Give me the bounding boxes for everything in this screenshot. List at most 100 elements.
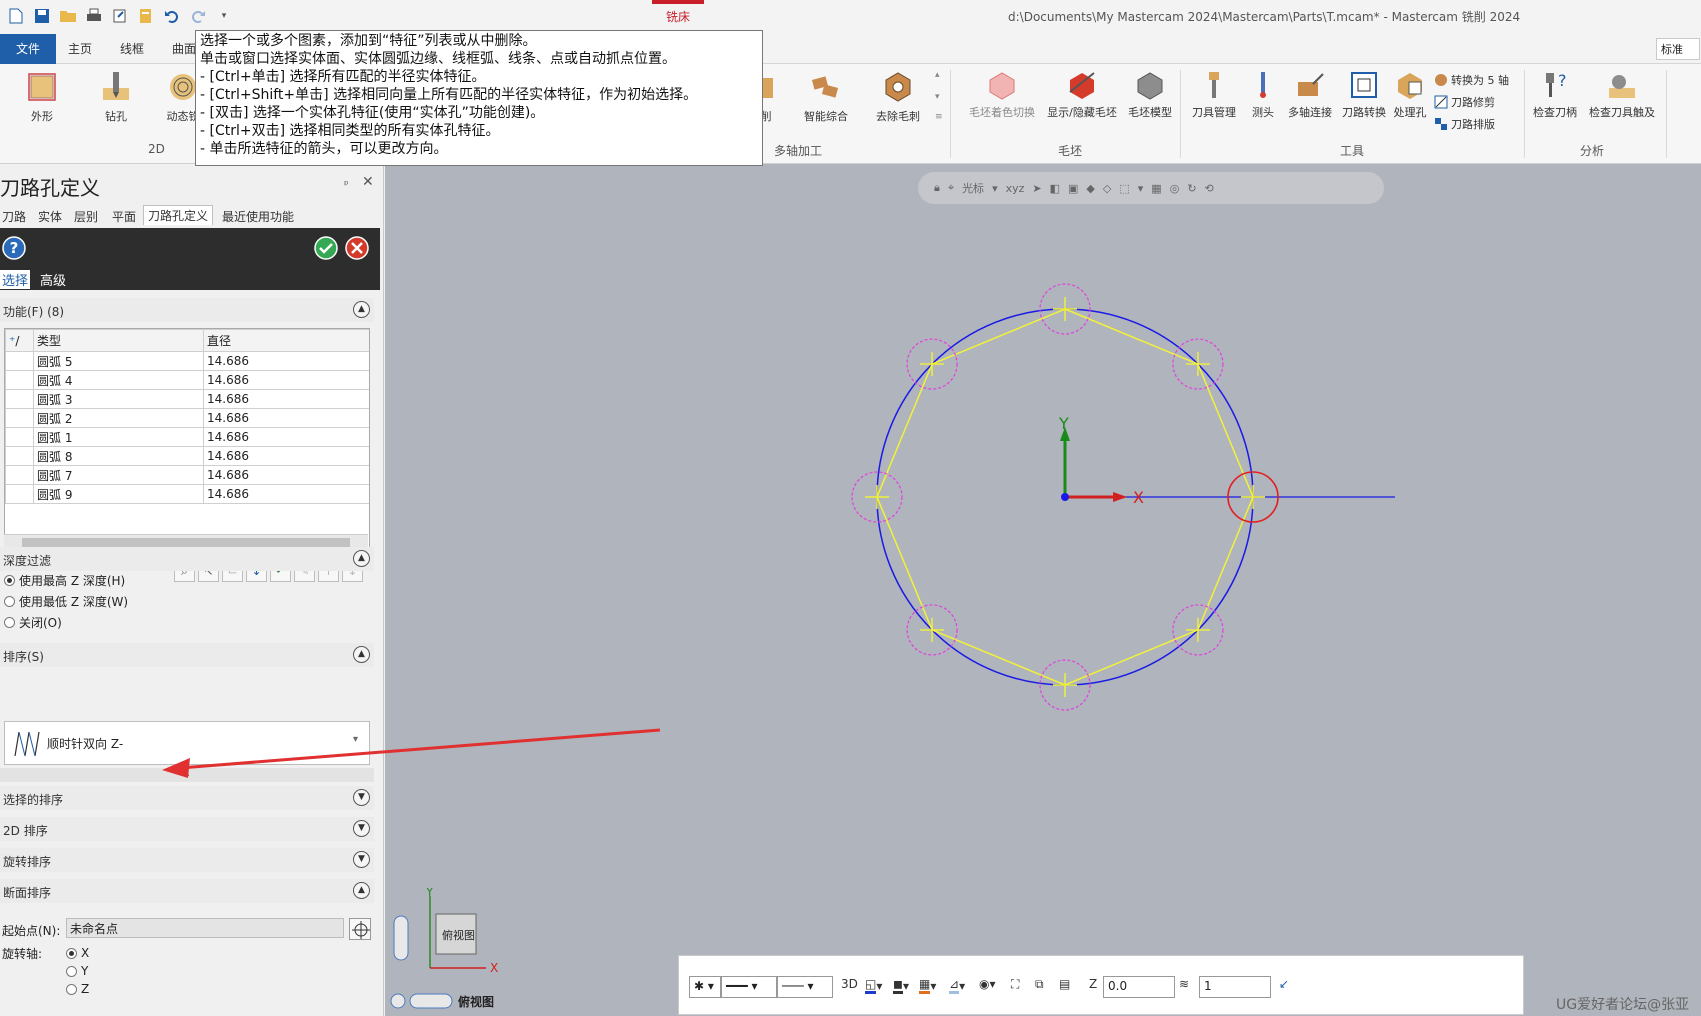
line-width-select[interactable]: ─── ▾ xyxy=(777,976,833,998)
print-icon[interactable] xyxy=(84,6,104,26)
pin-icon[interactable]: ᵖ xyxy=(344,178,349,191)
tab-levels[interactable]: 层别 xyxy=(74,208,98,225)
tab-file[interactable]: 文件 xyxy=(0,34,56,64)
material-icon[interactable]: ◉▾ xyxy=(979,977,996,991)
rotate-icon[interactable] xyxy=(390,993,406,1009)
hole-process-button[interactable]: 处理孔 xyxy=(1392,70,1428,120)
sort-section-header[interactable]: 排序(S) ▲ xyxy=(0,643,374,667)
table-row[interactable]: 圆弧 2 14.686 xyxy=(5,408,369,428)
gallery-down-icon[interactable]: ▾ xyxy=(935,92,940,102)
layers-icon[interactable]: ≋ xyxy=(1179,977,1189,991)
radio-icon[interactable] xyxy=(4,617,15,628)
expand-down-icon[interactable]: ▼ xyxy=(353,789,370,806)
help-icon[interactable]: ? xyxy=(2,236,26,260)
point-style-select[interactable]: ✱ ▾ xyxy=(689,976,721,998)
rotary-sort-section-header[interactable]: 旋转排序 ▼ xyxy=(0,848,374,872)
collapse-up-icon[interactable]: ▲ xyxy=(353,882,370,899)
subtab-advanced[interactable]: 高级 xyxy=(38,270,68,289)
show-hide-stock-button[interactable]: 显示/隐藏毛坯 xyxy=(1042,70,1122,120)
tool-manager-button[interactable]: 刀具管理 xyxy=(1188,70,1240,120)
plane-icon[interactable]: ⊿ ▾ xyxy=(949,977,965,994)
context-tab-mill[interactable]: 铣床 xyxy=(652,0,704,30)
cancel-icon[interactable] xyxy=(345,236,369,260)
rotation-axis-z[interactable]: Z xyxy=(66,982,89,996)
table-row[interactable]: 圆弧 3 14.686 xyxy=(5,389,369,409)
toolpath-nest-button[interactable]: 刀路排版 xyxy=(1434,116,1495,132)
radio-icon[interactable] xyxy=(4,596,15,607)
radio-icon[interactable] xyxy=(66,965,77,977)
wire-color-icon[interactable]: ◱ ▾ xyxy=(865,977,882,994)
stock-model-button[interactable]: 毛坯模型 xyxy=(1124,70,1176,120)
collapse-up-icon[interactable]: ▲ xyxy=(353,550,370,567)
probe-button[interactable]: 测头 xyxy=(1248,70,1278,120)
attribute-icon[interactable]: ⛶ xyxy=(1011,977,1019,992)
rotation-axis-x[interactable]: X xyxy=(66,946,89,960)
tab-toolpaths[interactable]: 刀路 xyxy=(2,208,26,225)
tab-toolpath-hole-def[interactable]: 刀路孔定义 xyxy=(143,205,214,225)
tab-solids[interactable]: 实体 xyxy=(38,208,62,225)
tab-recent-functions[interactable]: 最近使用功能 xyxy=(222,208,294,225)
apply-icon[interactable]: ↙ xyxy=(1279,977,1289,991)
depth-filter-section-header[interactable]: 深度过滤 ▲ xyxy=(0,547,374,571)
level-icon[interactable]: ⧉ xyxy=(1035,977,1044,992)
pan-slider[interactable] xyxy=(409,993,453,1009)
contour-button[interactable]: 外形 xyxy=(22,70,62,124)
add-remove-column-icon[interactable]: ⁺/ xyxy=(5,329,34,352)
smart-combined-button[interactable]: 智能综合 xyxy=(796,70,856,124)
convert-5axis-button[interactable]: 转换为 5 轴 xyxy=(1434,72,1509,88)
stock-shade-button[interactable]: 毛坯着色切换 xyxy=(966,70,1038,120)
expand-down-icon[interactable]: ▼ xyxy=(353,820,370,837)
cross-section-sort-header[interactable]: 断面排序 ▲ xyxy=(0,879,374,903)
selected-sort-section-header[interactable]: 选择的排序 ▼ xyxy=(0,786,374,810)
tab-wireframe[interactable]: 线框 xyxy=(108,34,156,64)
table-row[interactable]: 圆弧 8 14.686 xyxy=(5,446,369,466)
print-preview-icon[interactable] xyxy=(110,6,130,26)
toolpath-transform-button[interactable]: 刀路转换 xyxy=(1338,70,1390,120)
surface-color-icon[interactable]: ▦ ▾ xyxy=(919,977,936,994)
features-grid[interactable]: ⁺/ 类型 直径 圆弧 5 14.686 圆弧 4 14.686 圆弧 3 14.68… xyxy=(4,328,370,550)
undo-icon[interactable] xyxy=(162,6,182,26)
radio-icon[interactable] xyxy=(66,983,77,995)
depth-option-off[interactable]: 关闭(O) xyxy=(4,614,62,631)
check-holder-button[interactable]: ? 检查刀柄 xyxy=(1530,70,1580,120)
start-point-field[interactable]: 未命名点 xyxy=(66,918,344,938)
properties-icon[interactable] xyxy=(136,6,156,26)
collapse-up-icon[interactable]: ▲ xyxy=(353,301,370,318)
deburr-button[interactable]: 去除毛刺 xyxy=(868,70,928,124)
check-tool-reach-button[interactable]: 检查刀具触及 xyxy=(1584,70,1660,120)
z-depth-input[interactable]: 0.0 xyxy=(1103,976,1175,998)
table-row[interactable]: 圆弧 4 14.686 xyxy=(5,370,369,390)
open-folder-icon[interactable] xyxy=(58,6,78,26)
table-row[interactable]: 圆弧 7 14.686 xyxy=(5,465,369,485)
column-header-diameter[interactable]: 直径 xyxy=(203,329,369,352)
tab-planes[interactable]: 平面 xyxy=(112,208,136,225)
column-header-type[interactable]: 类型 xyxy=(33,329,204,352)
table-row[interactable]: 圆弧 1 14.686 xyxy=(5,427,369,447)
customize-qat-icon[interactable]: ▾ xyxy=(214,6,234,26)
multiaxis-link-button[interactable]: 多轴连接 xyxy=(1284,70,1336,120)
gallery-more-icon[interactable]: ≡ xyxy=(935,112,943,122)
depth-option-highest[interactable]: 使用最高 Z 深度(H) xyxy=(4,572,125,589)
redo-icon[interactable] xyxy=(188,6,208,26)
radio-selected-icon[interactable] xyxy=(66,947,77,959)
toolpath-trim-button[interactable]: 刀路修剪 xyxy=(1434,94,1495,110)
style-select[interactable]: 标准 xyxy=(1656,38,1700,60)
table-row[interactable]: 圆弧 9 14.686 xyxy=(5,484,369,504)
table-row[interactable]: 圆弧 5 14.686 xyxy=(5,351,369,371)
drill-button[interactable]: 钻孔 xyxy=(96,70,136,124)
radio-selected-icon[interactable] xyxy=(4,575,15,586)
2d-sort-section-header[interactable]: 2D 排序 ▼ xyxy=(0,817,374,841)
collapse-up-icon[interactable]: ▲ xyxy=(353,646,370,663)
crosshair-icon[interactable] xyxy=(349,918,371,940)
tab-home[interactable]: 主页 xyxy=(56,34,104,64)
new-file-icon[interactable] xyxy=(6,6,26,26)
mode-3d-toggle[interactable]: 3D xyxy=(841,977,858,991)
ok-icon[interactable] xyxy=(314,236,338,260)
rotation-axis-y[interactable]: Y xyxy=(66,964,88,978)
zoom-slider[interactable] xyxy=(393,915,409,961)
depth-option-lowest[interactable]: 使用最低 Z 深度(W) xyxy=(4,593,128,610)
line-style-select[interactable]: ━━━ ▾ xyxy=(721,976,777,998)
grid-icon[interactable]: ▤ xyxy=(1059,977,1070,991)
gallery-up-icon[interactable]: ▴ xyxy=(935,70,940,80)
close-panel-icon[interactable]: ✕ xyxy=(362,174,374,190)
